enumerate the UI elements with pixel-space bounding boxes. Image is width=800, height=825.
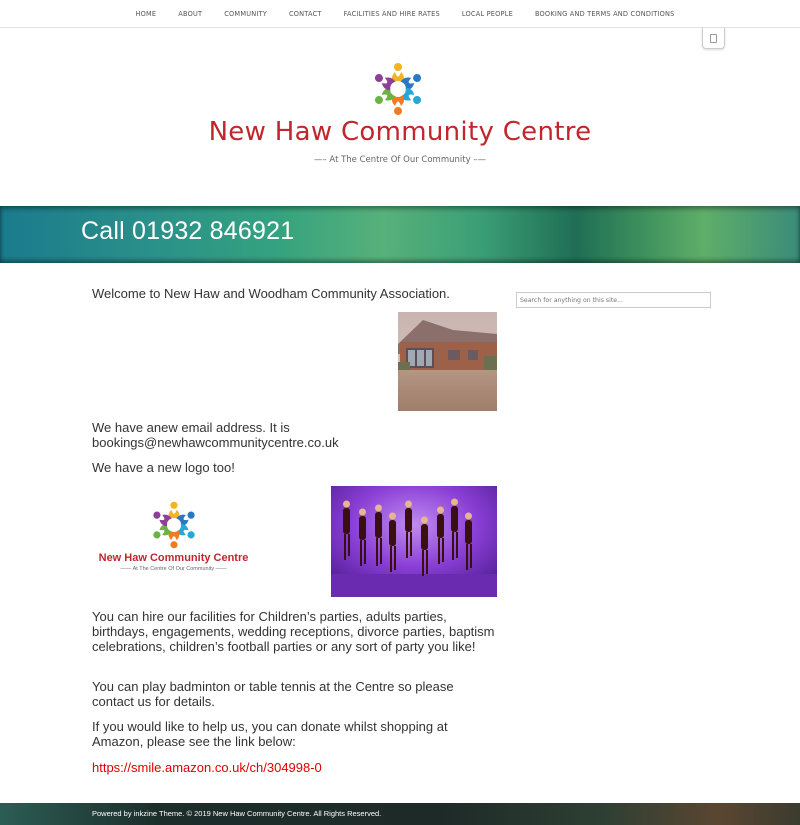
sports-paragraph: You can play badminton or table tennis a… xyxy=(92,679,454,709)
nav-item-facilities[interactable]: FACILITIES AND HIRE RATES xyxy=(333,10,451,18)
logo-card-tagline: —— At The Centre Of Our Community —— xyxy=(120,566,227,572)
nav-item-local-people[interactable]: LOCAL PEOPLE xyxy=(451,10,524,18)
site-search-input[interactable] xyxy=(516,292,711,308)
community-centre-photo xyxy=(398,312,497,411)
footer-credits: Powered by inkzine Theme. © 2019 New Haw… xyxy=(92,809,382,818)
new-logo-paragraph: We have a new logo too! xyxy=(92,460,235,475)
nav-item-booking[interactable]: BOOKING AND TERMS AND CONDITIONS xyxy=(524,10,686,18)
amazon-smile-link[interactable]: https://smile.amazon.co.uk/ch/304998-0 xyxy=(92,760,322,775)
dance-group-photo xyxy=(331,486,497,597)
nav-item-home[interactable]: HOME xyxy=(124,10,167,18)
donate-paragraph: If you would like to help us, you can do… xyxy=(92,719,448,749)
email-paragraph: We have anew email address. It is bookin… xyxy=(92,420,339,450)
nav-menu: HOME ABOUT COMMUNITY CONTACT FACILITIES … xyxy=(0,0,800,28)
nav-item-about[interactable]: ABOUT xyxy=(167,10,213,18)
nav-item-contact[interactable]: CONTACT xyxy=(278,10,333,18)
device-icon xyxy=(710,33,717,43)
logo-card-title: New Haw Community Centre xyxy=(98,552,249,564)
logo-card-image: New Haw Community Centre —— At The Centr… xyxy=(92,493,255,583)
top-navigation: HOME ABOUT COMMUNITY CONTACT FACILITIES … xyxy=(0,0,800,28)
site-tagline: —– At The Centre Of Our Community –— xyxy=(313,155,487,165)
mobile-menu-toggle[interactable] xyxy=(702,28,725,49)
welcome-text: Welcome to New Haw and Woodham Community… xyxy=(92,286,450,301)
hire-paragraph: You can hire our facilities for Children… xyxy=(92,609,495,654)
call-banner-text: Call 01932 846921 xyxy=(81,217,295,245)
nav-item-community[interactable]: COMMUNITY xyxy=(213,10,278,18)
logo-mark-icon xyxy=(153,501,195,549)
site-logo-icon[interactable] xyxy=(370,60,426,118)
site-title[interactable]: New Haw Community Centre xyxy=(0,117,800,147)
